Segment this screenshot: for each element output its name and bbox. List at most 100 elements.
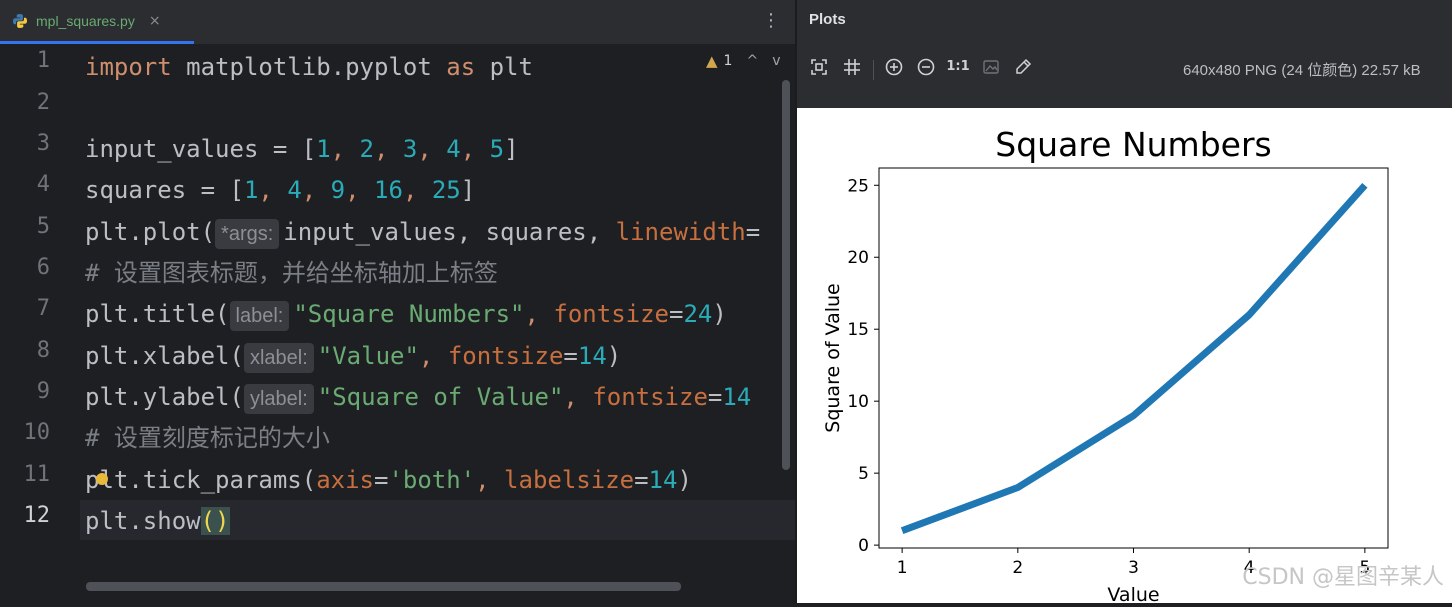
- line-number: 1: [36, 48, 50, 73]
- code-line-9[interactable]: plt.ylabel(ylabel: "Square of Value", fon…: [85, 377, 751, 417]
- string-literal: 'both': [388, 466, 476, 494]
- code-editor[interactable]: mpl_squares.py × ⋮ 1 2 3 4 5 6 7 8 9 10 …: [0, 0, 795, 603]
- actual-size-button[interactable]: 1:1: [946, 56, 970, 78]
- number-literal: 25: [431, 176, 461, 204]
- code-token: plt: [475, 53, 533, 81]
- number-literal: 16: [374, 176, 403, 204]
- editor-tab-bar: mpl_squares.py × ⋮: [0, 0, 795, 45]
- code-token: ,: [258, 176, 288, 204]
- inspection-widget[interactable]: ▲ 1 ^ v: [706, 52, 781, 70]
- code-line-8[interactable]: plt.xlabel(xlabel: "Value", fontsize=14): [85, 336, 621, 376]
- number-literal: 24: [683, 300, 713, 328]
- fit-to-window-icon[interactable]: [807, 56, 831, 78]
- line-number: 11: [23, 462, 51, 487]
- watermark: CSDN @星图辛某人: [1242, 565, 1444, 590]
- code-token: =: [745, 218, 761, 246]
- code-token: plt.plot(: [85, 218, 216, 246]
- code-line-3[interactable]: input_values = [1, 2, 3, 4, 5]: [85, 129, 519, 169]
- parameter-hint: ylabel:: [243, 384, 314, 414]
- code-token: =: [707, 383, 723, 411]
- plots-panel: Plots 1:1 640x480 PNG (24 位颜色) 22.57 kB …: [797, 0, 1452, 606]
- number-literal: 14: [722, 383, 752, 411]
- string-literal: "Square Numbers": [293, 300, 525, 328]
- number-literal: 1: [243, 176, 259, 204]
- line-number: 6: [36, 255, 50, 280]
- code-token: ,: [301, 176, 331, 204]
- code-token: ,: [330, 135, 360, 163]
- code-line-4[interactable]: squares = [1, 4, 9, 16, 25]: [85, 170, 475, 210]
- x-tick-label: 3: [1128, 558, 1139, 578]
- python-file-icon: [13, 13, 27, 28]
- zoom-in-icon[interactable]: [882, 56, 906, 78]
- comment-text: # 设置刻度标记的大小: [85, 424, 330, 452]
- x-tick-label: 2: [1012, 558, 1023, 578]
- number-literal: 9: [330, 176, 346, 204]
- number-literal: 14: [648, 466, 678, 494]
- plots-toolbar: 1:1 640x480 PNG (24 位颜色) 22.57 kB: [797, 48, 1452, 88]
- image-background-icon[interactable]: [979, 56, 1003, 78]
- more-vertical-icon[interactable]: ⋮: [762, 10, 780, 31]
- line-number: 9: [36, 379, 50, 404]
- lightbulb-icon[interactable]: [96, 473, 108, 485]
- code-line-1[interactable]: import matplotlib.pyplot as plt: [85, 47, 533, 87]
- code-token: squares = [: [85, 176, 244, 204]
- parameter-hint: xlabel:: [243, 343, 314, 373]
- vertical-scrollbar[interactable]: [782, 80, 790, 470]
- tab-mpl-squares[interactable]: mpl_squares.py ×: [0, 0, 194, 44]
- code-token: ,: [524, 300, 554, 328]
- horizontal-scrollbar[interactable]: [86, 582, 681, 591]
- number-literal: 4: [446, 135, 461, 163]
- code-token: plt.xlabel(: [85, 342, 244, 370]
- code-area[interactable]: import matplotlib.pyplot as plt input_va…: [85, 45, 785, 555]
- keyword: as: [446, 53, 476, 81]
- zoom-out-icon[interactable]: [914, 56, 938, 78]
- keyword-argument: fontsize: [553, 300, 669, 328]
- image-info: 640x480 PNG (24 位颜色) 22.57 kB: [1183, 62, 1421, 79]
- code-token: ]: [504, 135, 519, 163]
- code-token: ]: [460, 176, 476, 204]
- matched-parentheses: (): [200, 507, 230, 535]
- warning-count: 1: [723, 53, 733, 69]
- y-tick-label: 5: [858, 464, 869, 484]
- code-line-12[interactable]: plt.show(): [85, 501, 230, 541]
- line-number: 2: [36, 90, 50, 115]
- warning-icon: ▲: [706, 52, 718, 70]
- line-number: 8: [36, 338, 50, 363]
- number-literal: 3: [402, 135, 418, 163]
- grid-icon[interactable]: [840, 56, 864, 78]
- keyword-argument: axis: [316, 466, 374, 494]
- line-number: 3: [36, 131, 50, 156]
- code-token: ): [606, 342, 622, 370]
- code-line-5[interactable]: plt.plot(*args: input_values, squares, li…: [85, 212, 760, 252]
- code-token: ,: [460, 135, 490, 163]
- keyword: import: [85, 53, 172, 81]
- close-icon[interactable]: ×: [149, 13, 161, 29]
- code-line-11[interactable]: plt.tick_params(axis='both', labelsize=1…: [85, 460, 692, 500]
- code-token: ,: [475, 466, 505, 494]
- code-token: ): [677, 466, 692, 494]
- line-number-gutter: 1 2 3 4 5 6 7 8 9 10 11 12: [0, 45, 80, 603]
- code-token: =: [563, 342, 578, 370]
- line-number: 10: [23, 420, 51, 445]
- y-tick-label: 25: [847, 176, 869, 196]
- code-token: ,: [345, 176, 375, 204]
- line-number: 7: [36, 296, 50, 321]
- chevron-up-icon[interactable]: ^: [746, 53, 758, 69]
- string-literal: "Value": [317, 342, 419, 370]
- code-token: plt.title(: [85, 300, 230, 328]
- comment-text: # 设置图表标题，并给坐标轴加上标签: [85, 259, 498, 287]
- number-literal: 5: [489, 135, 505, 163]
- chevron-down-icon[interactable]: v: [772, 53, 780, 69]
- line-chart: 1 2 3 4 50510152025Square NumbersValueSquare…: [822, 125, 1389, 606]
- color-picker-icon[interactable]: [1011, 56, 1035, 78]
- code-line-6[interactable]: # 设置图表标题，并给坐标轴加上标签: [85, 253, 498, 293]
- plots-title: Plots: [809, 11, 846, 28]
- y-tick-label: 15: [847, 320, 869, 340]
- y-tick-label: 20: [847, 248, 869, 268]
- code-line-7[interactable]: plt.title(label: "Square Numbers", fontsi…: [85, 294, 727, 334]
- string-literal: "Square of Value": [317, 383, 564, 411]
- code-token: ,: [417, 135, 447, 163]
- plot-canvas[interactable]: 1 2 3 4 5 0 5 10 15 20 25 Square Numbers Value Square…: [797, 108, 1452, 606]
- code-line-10[interactable]: # 设置刻度标记的大小: [85, 418, 330, 458]
- code-token: plt.show: [85, 507, 201, 535]
